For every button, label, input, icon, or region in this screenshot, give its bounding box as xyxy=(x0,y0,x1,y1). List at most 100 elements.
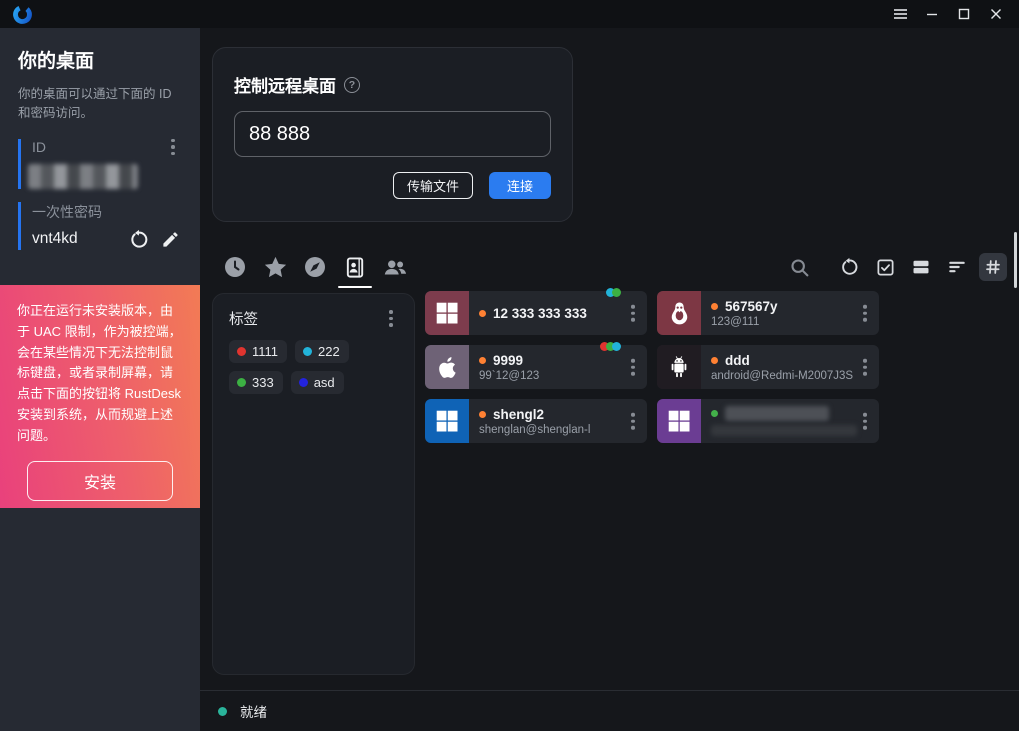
id-label: ID xyxy=(32,139,182,155)
uac-warning-panel: 你正在运行未安装版本，由于 UAC 限制，作为被控端，会在某些情况下无法控制鼠标… xyxy=(0,285,200,508)
main-area: 控制远程桌面 ? 传输文件 连接 xyxy=(200,28,1019,731)
tab-discovered[interactable] xyxy=(302,254,328,280)
password-value: vnt4kd xyxy=(32,230,128,248)
connect-title: 控制远程桌面 xyxy=(234,72,336,97)
install-button[interactable]: 安装 xyxy=(27,461,173,501)
sidebar-title: 你的桌面 xyxy=(18,46,182,73)
os-tile xyxy=(425,291,469,335)
windows-logo-icon xyxy=(434,300,460,326)
id-filter-icon[interactable] xyxy=(979,253,1007,281)
select-mode-icon[interactable] xyxy=(871,253,899,281)
tab-favorites[interactable] xyxy=(262,254,288,280)
tag-label: asd xyxy=(314,375,335,390)
sidebar: 你的桌面 你的桌面可以通过下面的 ID 和密码访问。 ID 一次性密码 vnt4… xyxy=(0,28,200,731)
peer-name: shengl2 xyxy=(493,407,544,422)
android-logo-icon xyxy=(666,354,692,380)
tag-chip[interactable]: 333 xyxy=(229,371,283,394)
edit-password-icon[interactable] xyxy=(161,230,180,249)
minimize-button[interactable] xyxy=(919,2,945,26)
tag-color-dot xyxy=(299,378,308,387)
peer-card[interactable]: ddd android@Redmi-M2007J3SC xyxy=(657,345,879,389)
peer-card[interactable] xyxy=(657,399,879,443)
peer-subtitle: android@Redmi-M2007J3SC xyxy=(711,370,853,382)
password-label: 一次性密码 xyxy=(32,202,182,222)
titlebar xyxy=(0,0,1019,28)
scrollbar-thumb[interactable] xyxy=(1014,232,1017,288)
redacted-id-value xyxy=(28,164,138,189)
search-icon[interactable] xyxy=(785,253,813,281)
refresh-peers-icon[interactable] xyxy=(835,253,863,281)
status-bar: 就绪 xyxy=(200,690,1019,731)
peer-card[interactable]: 12 333 333 333 xyxy=(425,291,647,335)
peer-card[interactable]: 567567y 123@111 xyxy=(657,291,879,335)
tag-badge-dot xyxy=(612,288,621,297)
os-tile xyxy=(657,291,701,335)
maximize-button[interactable] xyxy=(951,2,977,26)
tab-group[interactable] xyxy=(382,254,408,280)
tag-label: 1111 xyxy=(252,344,278,359)
compass-icon xyxy=(303,255,327,279)
rustdesk-logo-icon xyxy=(12,4,33,25)
status-dot xyxy=(479,357,486,364)
status-dot xyxy=(479,411,486,418)
tag-color-dot xyxy=(303,347,312,356)
card-view-icon[interactable] xyxy=(907,253,935,281)
peer-tag-badges xyxy=(609,288,621,297)
tag-label: 222 xyxy=(318,344,340,359)
sidebar-description: 你的桌面可以通过下面的 ID 和密码访问。 xyxy=(18,85,182,124)
peer-card[interactable]: 9999 99`12@123 xyxy=(425,345,647,389)
redacted-peer-subtitle xyxy=(711,425,857,436)
group-icon xyxy=(382,254,408,281)
peer-name: ddd xyxy=(725,353,750,368)
apple-logo-icon xyxy=(435,355,460,380)
peer-subtitle: shenglan@shenglan-l xyxy=(479,424,621,436)
tags-menu-icon[interactable] xyxy=(384,310,398,327)
clock-icon xyxy=(223,255,247,279)
connection-status-dot xyxy=(218,707,227,716)
close-button[interactable] xyxy=(983,2,1009,26)
tab-recent-sessions[interactable] xyxy=(222,254,248,280)
connect-panel: 控制远程桌面 ? 传输文件 连接 xyxy=(212,47,573,222)
peer-name: 12 333 333 333 xyxy=(493,306,587,321)
tags-panel: 标签 1111 222 333 xyxy=(212,293,415,675)
peer-menu-icon[interactable] xyxy=(858,359,872,376)
peer-menu-icon[interactable] xyxy=(626,359,640,376)
password-section: 一次性密码 vnt4kd xyxy=(18,202,182,250)
tag-label: 333 xyxy=(252,375,274,390)
windows-logo-icon xyxy=(434,408,460,434)
refresh-password-icon[interactable] xyxy=(128,229,149,250)
tag-chip[interactable]: asd xyxy=(291,371,344,394)
redacted-peer-name xyxy=(725,406,829,421)
id-menu-icon[interactable] xyxy=(166,139,180,156)
peer-menu-icon[interactable] xyxy=(858,413,872,430)
os-tile xyxy=(657,399,701,443)
transfer-file-button[interactable]: 传输文件 xyxy=(393,172,473,199)
connection-status-text: 就绪 xyxy=(240,701,267,721)
peer-name: 9999 xyxy=(493,353,523,368)
peer-subtitle: 99`12@123 xyxy=(479,370,621,382)
tag-color-dot xyxy=(237,378,246,387)
help-icon[interactable]: ? xyxy=(344,77,360,93)
peer-card[interactable]: shengl2 shenglan@shenglan-l xyxy=(425,399,647,443)
peer-name: 567567y xyxy=(725,299,778,314)
status-dot xyxy=(711,303,718,310)
remote-id-input[interactable] xyxy=(234,111,551,157)
tag-badge-dot xyxy=(612,342,621,351)
id-section: ID xyxy=(18,139,182,189)
peer-menu-icon[interactable] xyxy=(858,305,872,322)
tag-chip[interactable]: 1111 xyxy=(229,340,287,363)
connect-button[interactable]: 连接 xyxy=(489,172,551,199)
peer-menu-icon[interactable] xyxy=(626,305,640,322)
tags-title: 标签 xyxy=(229,308,384,329)
tab-address-book[interactable] xyxy=(342,254,368,280)
tag-chip[interactable]: 222 xyxy=(295,340,349,363)
peer-subtitle: 123@111 xyxy=(711,316,853,328)
hamburger-menu-icon[interactable] xyxy=(887,2,913,26)
peer-tabbar xyxy=(222,247,1007,287)
os-tile xyxy=(425,399,469,443)
linux-logo-icon xyxy=(666,300,693,327)
peer-grid: 12 333 333 333 xyxy=(425,291,879,443)
peer-menu-icon[interactable] xyxy=(626,413,640,430)
address-book-icon xyxy=(344,256,367,279)
sort-icon[interactable] xyxy=(943,253,971,281)
